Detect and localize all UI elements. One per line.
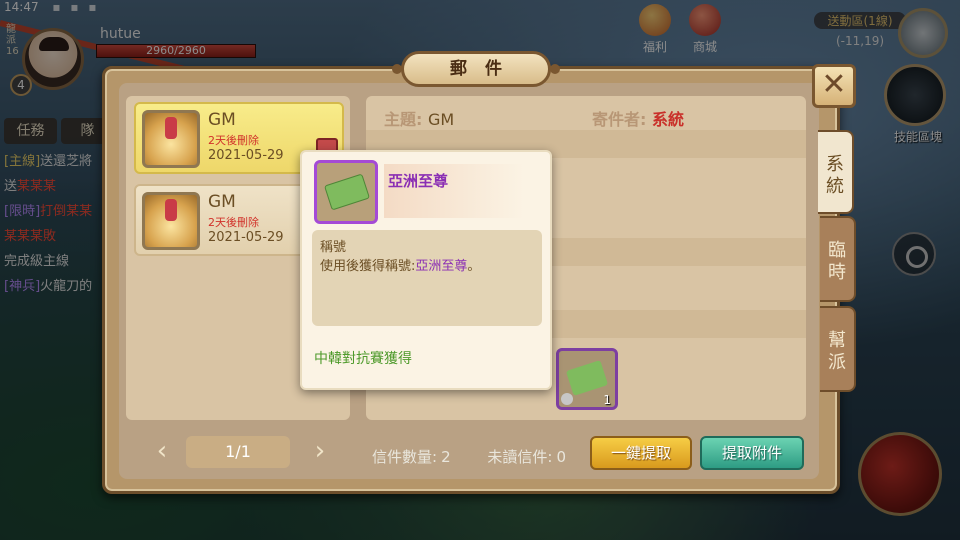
item-name: 亞洲至尊 — [388, 172, 449, 190]
item-description-box: 稱號 使用後獲得稱號:亞洲至尊。 — [312, 230, 542, 326]
collect-all-button[interactable]: 一鍵提取 — [590, 436, 692, 470]
next-page-icon[interactable]: › — [304, 436, 336, 468]
item-tooltip: 亞洲至尊 稱號 使用後獲得稱號:亞洲至尊。 中韓對抗賽獲得 — [300, 150, 552, 390]
attachment-qty: 1 — [603, 393, 611, 407]
collect-attachment-button[interactable]: 提取附件 — [700, 436, 804, 470]
page-indicator: 1/1 — [186, 436, 290, 468]
tab-temporary-label: 臨時 — [828, 240, 846, 283]
mail-count-label: 信件數量: — [372, 448, 438, 466]
tab-guild-label: 幫派 — [828, 330, 846, 373]
unread-label: 未讀信件: — [487, 448, 553, 466]
mail-counts: 信件數量: 2 未讀信件: 0 — [372, 446, 598, 467]
mail-date: 2021-05-29 — [208, 230, 284, 245]
tab-guild[interactable]: 幫派 — [820, 306, 856, 392]
item-icon — [314, 160, 378, 224]
treasure-chest-icon — [142, 110, 200, 168]
desc-prefix: 使用後獲得稱號: — [320, 259, 416, 274]
close-button[interactable]: ✕ — [812, 64, 856, 108]
treasure-chest-icon — [142, 192, 200, 250]
subject-value: GM — [427, 110, 455, 129]
title-scroll-icon — [323, 173, 371, 211]
item-type: 稱號 — [320, 240, 347, 255]
tab-system-label: 系統 — [826, 154, 844, 197]
sender-value: 系統 — [651, 110, 684, 129]
desc-highlight: 亞洲至尊 — [415, 259, 468, 274]
tab-system[interactable]: 系統 — [818, 130, 854, 214]
mail-sender: GM — [208, 110, 236, 130]
desc-suffix: 。 — [467, 259, 481, 274]
item-source: 中韓對抗賽獲得 — [314, 351, 412, 367]
attachment-slot[interactable]: 1 — [556, 348, 618, 410]
mail-expire: 2天後刪除 — [208, 134, 259, 147]
mail-sender: GM — [208, 192, 236, 212]
mail-title: 郵件 — [392, 51, 560, 87]
subject-label: 主題: — [384, 110, 423, 129]
mail-detail-sender: 寄件者: 系統 — [592, 106, 684, 130]
tab-temporary[interactable]: 臨時 — [820, 216, 856, 302]
mail-count: 2 — [441, 448, 451, 466]
prev-page-icon[interactable]: ‹ — [146, 436, 178, 468]
mail-subject: 主題: GM — [384, 106, 454, 130]
title-scroll-icon — [565, 360, 609, 396]
mail-date: 2021-05-29 — [208, 148, 284, 163]
pagination: ‹ 1/1 › — [146, 434, 336, 470]
item-description: 使用後獲得稱號:亞洲至尊。 — [320, 255, 534, 274]
lock-icon — [561, 393, 573, 405]
unread-count: 0 — [556, 448, 566, 466]
mail-expire: 2天後刪除 — [208, 216, 259, 229]
sender-label: 寄件者: — [592, 110, 647, 129]
